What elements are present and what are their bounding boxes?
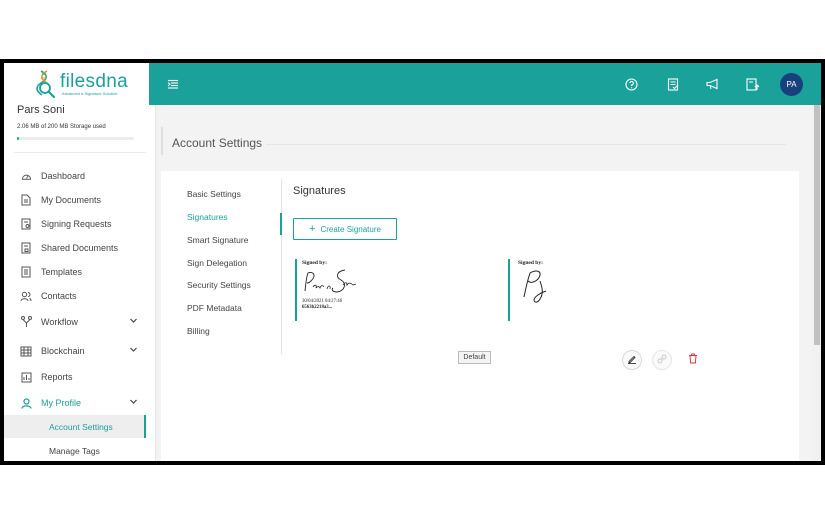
storage-usage-text: 2.06 MB of 200 MB Storage used — [17, 124, 106, 130]
settings-tab-sign-delegation[interactable]: Sign Delegation — [187, 258, 247, 268]
signature-card[interactable]: Signed by: — [508, 259, 578, 321]
link-icon — [657, 351, 667, 369]
document-icon — [16, 194, 36, 206]
sidebar-item-dashboard[interactable]: Dashboard — [4, 164, 156, 188]
page-header: Account Settings — [161, 127, 791, 157]
signed-by-label: Signed by: — [518, 260, 543, 266]
app-window: filesdna Advanced e-Signature Solution P… — [4, 63, 821, 461]
sidebar-subitem-manage-tags[interactable]: Manage Tags — [4, 439, 146, 461]
profile-icon — [16, 397, 36, 409]
delete-signature-button[interactable] — [683, 350, 703, 370]
storage-progress-fill — [17, 137, 19, 140]
settings-tab-pdf-metadata[interactable]: PDF Metadata — [187, 303, 242, 313]
menu-toggle-icon[interactable] — [163, 74, 183, 94]
sidebar-item-my-profile[interactable]: My Profile — [4, 391, 156, 415]
brand-logo[interactable]: filesdna Advanced e-Signature Solution — [4, 63, 156, 105]
signing-request-icon — [16, 218, 36, 230]
help-icon[interactable] — [621, 74, 641, 94]
chevron-down-icon[interactable] — [129, 397, 138, 408]
copy-link-button[interactable] — [652, 350, 672, 370]
reports-icon — [16, 372, 36, 383]
sidebar-item-label: Workflow — [41, 317, 78, 327]
sidebar-item-templates[interactable]: Templates — [4, 260, 156, 284]
plus-icon: + — [309, 223, 316, 235]
default-badge: Default — [458, 351, 491, 364]
sidebar-subitem-account-settings[interactable]: Account Settings — [4, 415, 146, 438]
divider — [266, 144, 786, 145]
edit-icon — [627, 351, 637, 369]
sidebar-item-label: Signing Requests — [41, 219, 112, 229]
top-bar: PA — [149, 63, 821, 105]
sidebar-item-label: Reports — [41, 372, 73, 382]
page-title: Account Settings — [172, 136, 263, 150]
chevron-down-icon[interactable] — [129, 316, 138, 327]
contacts-icon — [16, 291, 36, 302]
edit-signature-button[interactable] — [622, 350, 642, 370]
workflow-icon — [16, 316, 36, 328]
sidebar-item-label: Blockchain — [41, 346, 85, 356]
user-name: Pars Soni — [17, 104, 65, 116]
sidebar-item-reports[interactable]: Reports — [4, 365, 156, 389]
brand-name: filesdna — [60, 70, 128, 92]
sidebar-item-label: Dashboard — [41, 171, 86, 181]
sidebar-item-blockchain[interactable]: Blockchain — [4, 339, 156, 363]
create-signature-label: Create Signature — [320, 224, 381, 234]
dashboard-icon — [16, 171, 36, 182]
announcement-icon[interactable] — [703, 74, 723, 94]
settings-tab-billing[interactable]: Billing — [187, 326, 210, 336]
sidebar-item-shared-documents[interactable]: Shared Documents — [4, 236, 156, 260]
scrollbar[interactable] — [813, 105, 821, 461]
sidebar-item-label: Templates — [41, 267, 83, 277]
settings-tab-basic-settings[interactable]: Basic Settings — [187, 189, 241, 199]
templates-icon — [16, 266, 36, 278]
signature-image — [523, 270, 547, 303]
delete-icon — [688, 351, 698, 369]
upload-document-icon[interactable] — [743, 74, 763, 94]
sidebar-item-my-documents[interactable]: My Documents — [4, 188, 156, 212]
settings-nav: Basic Settings Signatures Smart Signatur… — [161, 179, 282, 354]
chevron-down-icon[interactable] — [129, 345, 138, 356]
brand-tagline: Advanced e-Signature Solution — [62, 90, 118, 96]
screen-frame: filesdna Advanced e-Signature Solution P… — [0, 59, 825, 465]
sidebar-item-signing-requests[interactable]: Signing Requests — [4, 212, 156, 236]
shared-documents-icon — [16, 242, 36, 254]
settings-tab-signatures[interactable]: Signatures — [187, 212, 228, 222]
receipt-icon[interactable] — [663, 74, 683, 94]
settings-tab-security-settings[interactable]: Security Settings — [187, 280, 251, 290]
sidebar-item-label: Contacts — [41, 291, 77, 301]
sidebar-item-label: My Documents — [41, 195, 102, 205]
create-signature-button[interactable]: + Create Signature — [293, 218, 397, 240]
storage-progress-bar — [17, 137, 134, 140]
dna-logo-icon — [32, 69, 58, 99]
scrollbar-thumb[interactable] — [814, 105, 820, 345]
signature-image — [304, 269, 357, 293]
sidebar-item-workflow[interactable]: Workflow — [4, 310, 156, 334]
signature-hash: 6563b2218a3... — [302, 305, 333, 310]
page-title-accent — [161, 127, 163, 155]
divider — [14, 152, 146, 153]
sidebar-item-label: Shared Documents — [41, 243, 119, 253]
signed-by-label: Signed by: — [302, 260, 327, 266]
sidebar: filesdna Advanced e-Signature Solution P… — [4, 63, 156, 461]
blockchain-icon — [16, 346, 36, 357]
signature-card[interactable]: Signed by: 30/04/2021 04:27:46 6563b2218… — [295, 259, 367, 321]
sidebar-item-label: My Profile — [41, 398, 82, 408]
sidebar-item-contacts[interactable]: Contacts — [4, 284, 156, 308]
settings-tab-smart-signature[interactable]: Smart Signature — [187, 235, 248, 245]
settings-card: Basic Settings Signatures Smart Signatur… — [161, 171, 799, 461]
active-tab-indicator — [280, 213, 282, 235]
avatar[interactable]: PA — [780, 73, 803, 96]
signatures-title: Signatures — [293, 185, 346, 197]
